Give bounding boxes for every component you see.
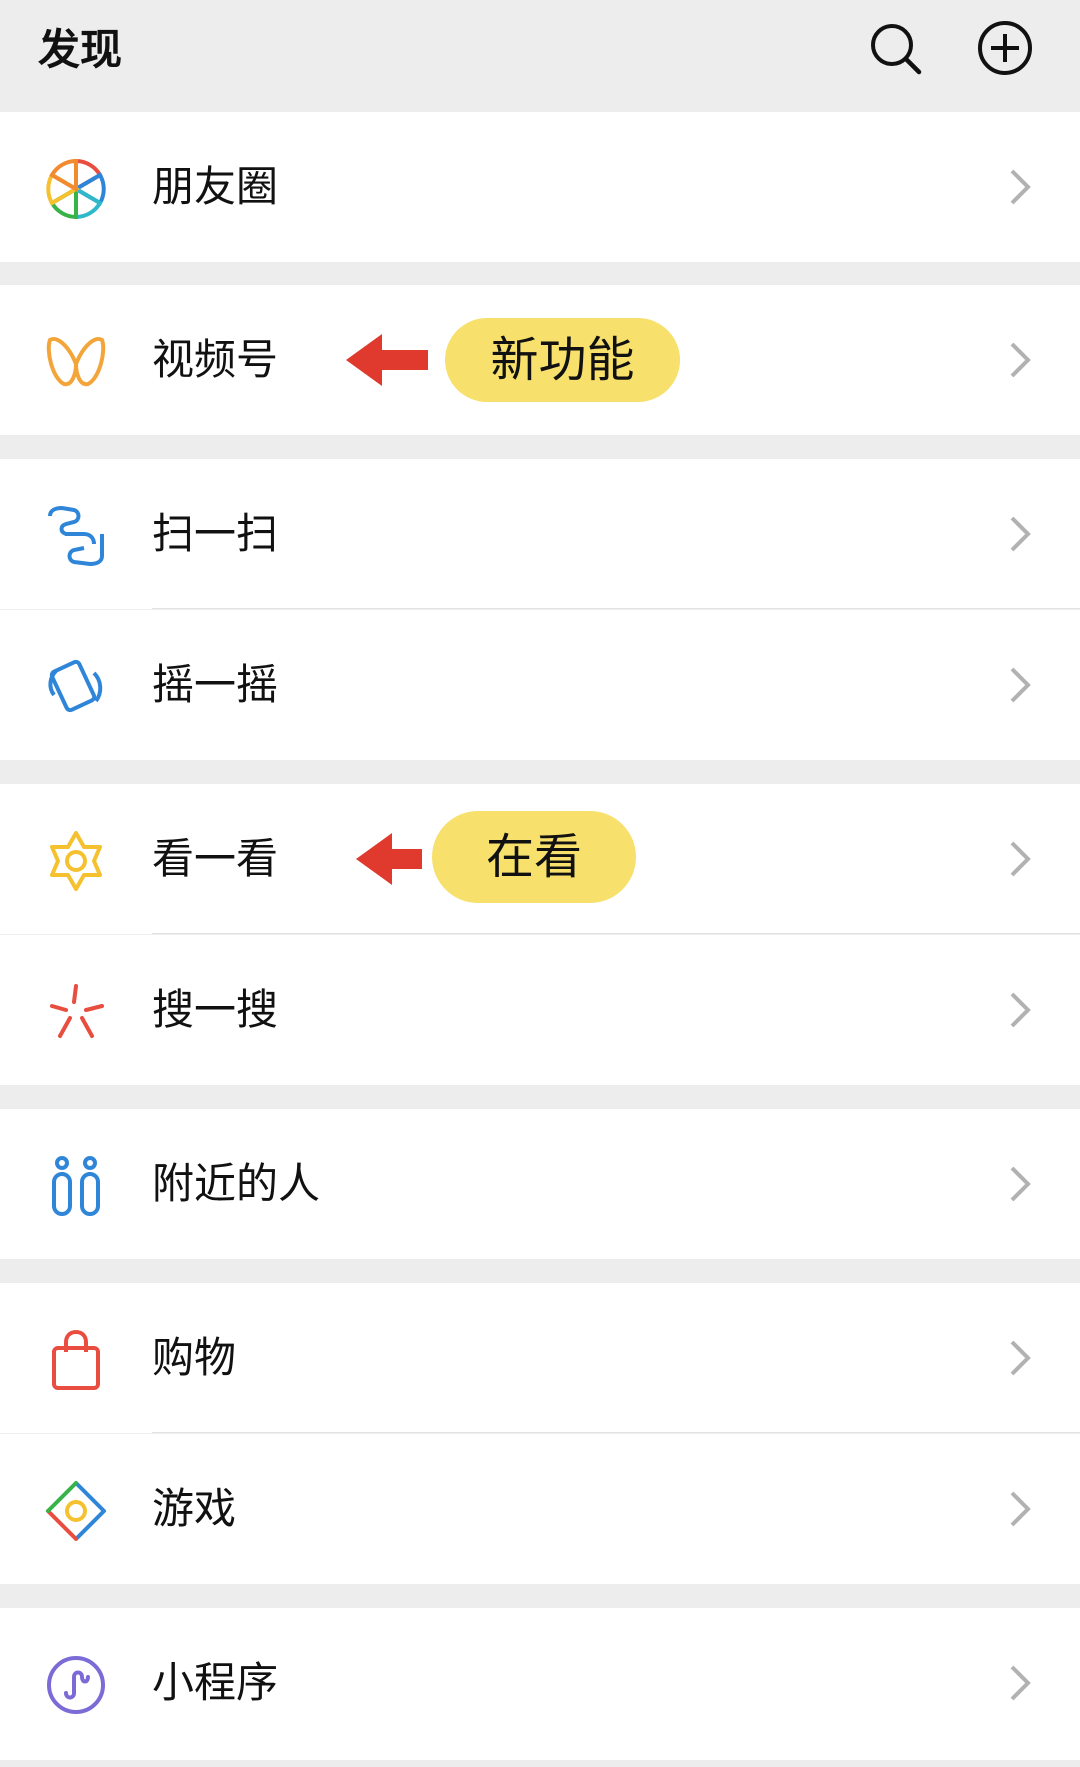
mini-program-icon [44,1653,108,1717]
menu-item-games[interactable]: 游戏 [0,1434,1080,1584]
red-arrow-icon [352,829,442,889]
chevron-right-icon [1006,839,1034,879]
menu-item-label: 摇一摇 [152,660,279,709]
row-divider [152,608,1080,609]
menu-item-channels[interactable]: 视频号 新功能 [0,285,1080,435]
shake-icon [44,655,108,719]
page-title: 发现 [38,25,123,74]
menu-item-nearby[interactable]: 附近的人 [0,1109,1080,1259]
chevron-right-icon [1006,1338,1034,1378]
search-button[interactable] [865,18,925,78]
menu-item-label: 附近的人 [152,1159,321,1208]
menu-item-search[interactable]: 搜一搜 [0,935,1080,1085]
chevron-right-icon [1006,514,1034,554]
chevron-right-icon [1006,1164,1034,1204]
menu-item-label: 购物 [152,1333,237,1382]
aperture-icon [44,157,108,221]
menu-item-moments[interactable]: 朋友圈 [0,112,1080,262]
people-icon [44,1154,108,1218]
menu-item-scan[interactable]: 扫一扫 [0,459,1080,609]
annotation-new-feature: 新功能 [445,318,680,402]
butterfly-icon [44,330,108,394]
menu-item-label: 搜一搜 [152,985,279,1034]
menu-item-label: 小程序 [152,1658,279,1707]
header-bar: 发现 [0,0,1080,112]
menu-item-shake[interactable]: 摇一摇 [0,610,1080,760]
chevron-right-icon [1006,665,1034,705]
menu-item-label: 游戏 [152,1484,237,1533]
menu-item-label: 扫一扫 [152,509,279,558]
chevron-right-icon [1006,1489,1034,1529]
search-icon [871,24,922,75]
bag-icon [44,1328,108,1392]
diamond-icon [44,1479,108,1543]
scan-icon [44,504,108,568]
discover-screen: 发现 朋友圈 视频号 新功能 扫一扫 摇一摇 看一看 在看 搜一搜 附近的人 购… [0,0,1080,1767]
sparkle-icon [44,980,108,1044]
star-flower-icon [44,829,108,893]
menu-item-label: 看一看 [152,834,279,883]
chevron-right-icon [1006,340,1034,380]
menu-item-shopping[interactable]: 购物 [0,1283,1080,1433]
row-divider [152,1432,1080,1433]
menu-item-top-stories[interactable]: 看一看 在看 [0,784,1080,934]
add-circle-icon [978,21,1032,75]
add-button[interactable] [975,18,1035,78]
red-arrow-icon [342,330,432,390]
chevron-right-icon [1006,167,1034,207]
menu-item-label: 朋友圈 [152,162,279,211]
menu-item-label: 视频号 [152,335,279,384]
row-divider [152,933,1080,934]
chevron-right-icon [1006,1663,1034,1703]
menu-item-mini-programs[interactable]: 小程序 [0,1608,1080,1760]
annotation-watching: 在看 [432,811,636,903]
chevron-right-icon [1006,990,1034,1030]
